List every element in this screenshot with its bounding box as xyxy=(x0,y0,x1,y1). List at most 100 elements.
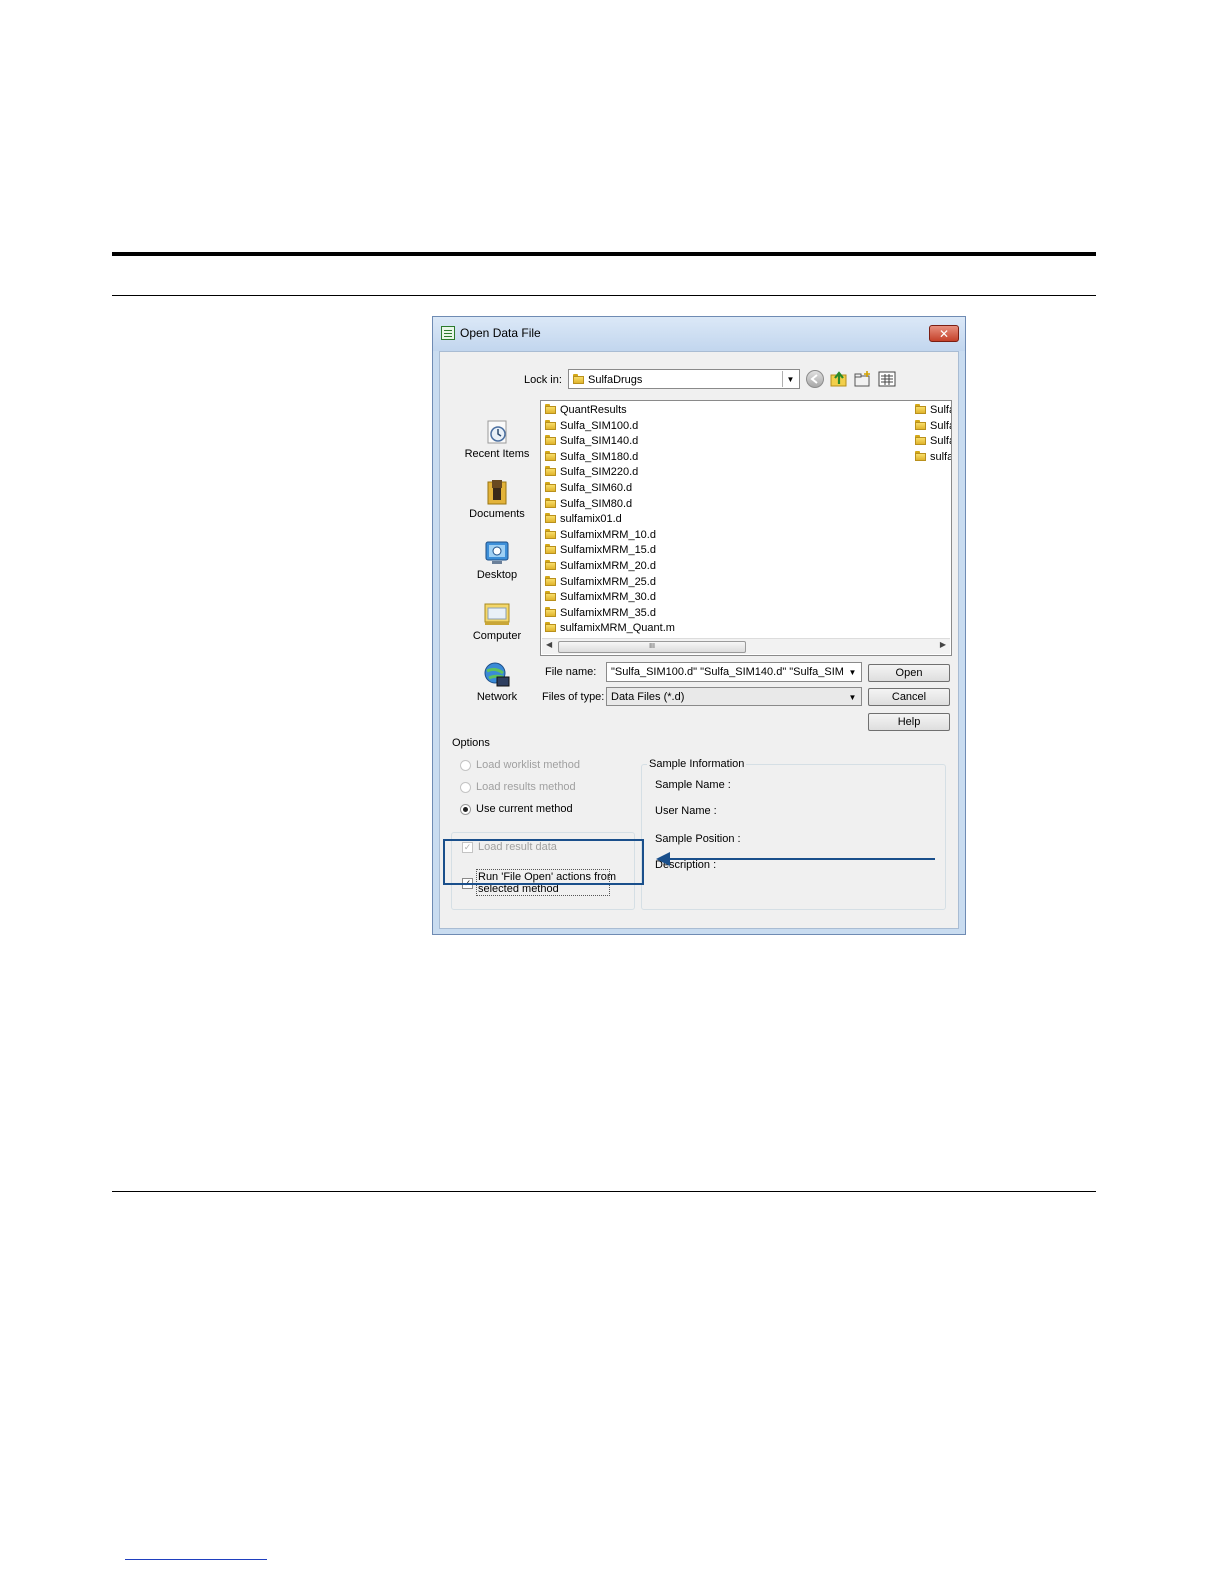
folder-icon xyxy=(545,575,556,586)
file-name-label: File name: xyxy=(545,666,597,678)
folder-icon xyxy=(573,373,584,384)
page-rule-thick xyxy=(112,252,1096,256)
list-item[interactable]: sulfa xyxy=(915,450,951,465)
close-button[interactable]: ✕ xyxy=(929,325,959,342)
look-in-combo[interactable]: SulfaDrugs ▼ xyxy=(568,369,800,389)
folder-icon xyxy=(545,465,556,477)
file-name-text: sulfa xyxy=(930,450,951,463)
horizontal-scrollbar[interactable]: ◀ III ▶ xyxy=(542,638,950,654)
files-of-type-value: Data Files (*.d) xyxy=(611,691,685,703)
callout-highlight-box xyxy=(443,839,644,885)
file-name-text: Sulfa_SIM60.d xyxy=(560,482,633,494)
list-item[interactable]: Sulfa xyxy=(915,434,951,449)
help-button[interactable]: Help xyxy=(868,713,950,731)
desktop-icon xyxy=(483,539,511,567)
file-name-text: Sulfa xyxy=(930,435,951,448)
file-name-text: sulfamixMRM_Quant.m xyxy=(560,622,675,635)
folder-icon xyxy=(545,481,556,492)
files-of-type-label: Files of type: xyxy=(542,691,605,703)
title-bar[interactable]: Open Data File ✕ xyxy=(433,317,965,351)
folder-icon xyxy=(545,606,556,617)
recent-items-icon xyxy=(483,418,511,446)
folder-icon xyxy=(915,403,926,414)
sample-position-label: Sample Position : xyxy=(655,833,741,845)
list-item[interactable]: Sulfa xyxy=(915,419,951,434)
radio-use-current-label: Use current method xyxy=(476,803,573,815)
place-desktop[interactable]: Desktop xyxy=(452,539,542,581)
options-title: Options xyxy=(452,737,490,749)
file-name-value: "Sulfa_SIM100.d" "Sulfa_SIM140.d" "Sulfa… xyxy=(611,666,843,678)
scroll-right-icon[interactable]: ▶ xyxy=(940,640,946,649)
folder-icon xyxy=(915,419,926,430)
view-menu-icon[interactable] xyxy=(878,370,896,388)
files-of-type-combo[interactable]: Data Files (*.d) ▼ xyxy=(606,687,862,706)
file-name-text: Sulfa xyxy=(930,419,951,432)
file-name-text: sulfamix01.d xyxy=(560,513,622,526)
place-label: Network xyxy=(476,691,518,703)
place-label: Documents xyxy=(469,508,525,520)
list-item[interactable]: SulfamixMRM_20.d xyxy=(545,559,656,574)
place-computer[interactable]: Computer xyxy=(452,600,542,642)
callout-arrow-head-icon xyxy=(656,852,670,866)
list-item[interactable]: SulfamixMRM_30.d xyxy=(545,590,656,605)
radio-load-worklist[interactable] xyxy=(460,760,471,771)
chevron-down-icon: ▼ xyxy=(782,371,798,387)
cancel-button[interactable]: Cancel xyxy=(868,688,950,706)
list-item[interactable]: SulfamixMRM_15.d xyxy=(545,543,656,558)
file-name-text: Sulfa_SIM140.d xyxy=(560,435,639,448)
folder-icon xyxy=(915,450,926,461)
folder-icon xyxy=(915,434,926,446)
list-item[interactable]: QuantResults xyxy=(545,403,627,418)
file-name-text: Sulfa_SIM100.d xyxy=(560,419,639,432)
file-list[interactable]: QuantResults Sulfa_SIM100.d Sulfa_SIM140… xyxy=(540,400,952,656)
file-name-text: Sulfa_SIM80.d xyxy=(560,497,633,510)
file-name-text: QuantResults xyxy=(560,404,627,416)
page-rule-bottom xyxy=(112,1191,1096,1192)
file-name-text: SulfamixMRM_20.d xyxy=(560,560,656,572)
radio-load-worklist-label: Load worklist method xyxy=(476,759,580,771)
file-name-text: SulfamixMRM_15.d xyxy=(560,544,656,557)
look-in-label: Lock in: xyxy=(524,374,562,386)
callout-arrow-line xyxy=(664,858,935,860)
user-name-label: User Name : xyxy=(655,805,717,817)
folder-icon xyxy=(545,403,556,414)
radio-load-results-label: Load results method xyxy=(476,781,576,793)
list-item[interactable]: SulfamixMRM_25.d xyxy=(545,575,656,590)
list-item[interactable]: Sulfa_SIM180.d xyxy=(545,450,638,465)
place-label: Desktop xyxy=(476,569,518,581)
list-item[interactable]: sulfamix01.d xyxy=(545,512,622,527)
place-label: Recent Items xyxy=(464,448,530,460)
up-folder-icon[interactable] xyxy=(830,370,848,388)
list-item[interactable]: Sulfa_SIM100.d xyxy=(545,419,638,434)
back-icon[interactable] xyxy=(806,370,824,388)
folder-icon xyxy=(545,528,556,539)
computer-icon xyxy=(483,600,511,628)
look-in-value: SulfaDrugs xyxy=(588,374,643,386)
folder-icon xyxy=(545,450,556,461)
radio-load-results[interactable] xyxy=(460,782,471,793)
open-button[interactable]: Open xyxy=(868,664,950,682)
file-name-text: Sulfa xyxy=(930,404,951,416)
scrollbar-thumb[interactable]: III xyxy=(558,641,746,653)
scroll-left-icon[interactable]: ◀ xyxy=(546,640,552,649)
list-item[interactable]: Sulfa_SIM60.d xyxy=(545,481,632,496)
place-documents[interactable]: Documents xyxy=(452,478,542,520)
list-item[interactable]: Sulfa_SIM140.d xyxy=(545,434,638,449)
sample-name-label: Sample Name : xyxy=(655,779,731,791)
file-name-text: Sulfa_SIM220.d xyxy=(560,466,639,479)
list-item[interactable]: Sulfa_SIM220.d xyxy=(545,465,638,480)
place-network[interactable]: Network xyxy=(452,661,542,703)
list-item[interactable]: Sulfa_SIM80.d xyxy=(545,497,632,512)
sample-information-title: Sample Information xyxy=(647,758,747,770)
chevron-down-icon: ▼ xyxy=(848,693,857,702)
place-recent-items[interactable]: Recent Items xyxy=(452,418,542,460)
list-item[interactable]: SulfamixMRM_10.d xyxy=(545,528,656,543)
list-item[interactable]: sulfamixMRM_Quant.m xyxy=(545,621,675,636)
network-icon xyxy=(483,661,511,689)
file-name-combo[interactable]: "Sulfa_SIM100.d" "Sulfa_SIM140.d" "Sulfa… xyxy=(606,662,862,682)
new-folder-icon[interactable] xyxy=(854,370,872,388)
list-item[interactable]: SulfamixMRM_35.d xyxy=(545,606,656,621)
list-item[interactable]: Sulfa xyxy=(915,403,951,418)
radio-use-current[interactable] xyxy=(460,804,471,815)
chevron-down-icon: ▼ xyxy=(848,668,857,677)
